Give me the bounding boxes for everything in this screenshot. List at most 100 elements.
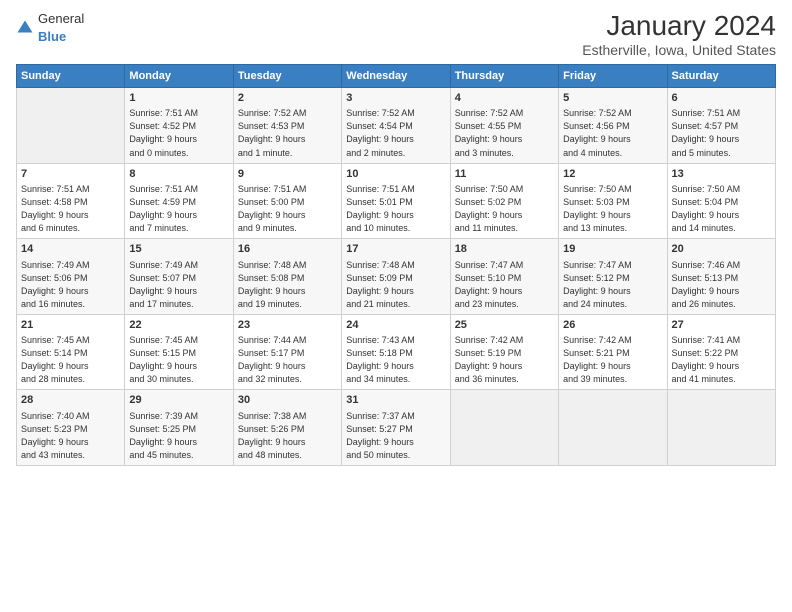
day-number: 12 — [563, 167, 662, 182]
cell-content: Sunrise: 7:50 AMSunset: 5:02 PMDaylight:… — [455, 183, 554, 235]
calendar-cell: 17 Sunrise: 7:48 AMSunset: 5:09 PMDayligh… — [342, 239, 450, 315]
calendar-cell: 10Sunrise: 7:51 AMSunset: 5:01 PMDayligh… — [342, 163, 450, 239]
day-number: 11 — [455, 167, 554, 182]
calendar-cell: 30 Sunrise: 7:38 AMSunset: 5:26 PMDayligh… — [233, 390, 341, 466]
calendar-cell — [559, 390, 667, 466]
day-number: 20 — [672, 242, 771, 257]
cell-content: Sunrise: 7:41 AMSunset: 5:22 PMDaylight:… — [672, 334, 771, 386]
col-thursday: Thursday — [450, 65, 558, 88]
calendar-cell: 1Sunrise: 7:51 AMSunset: 4:52 PMDaylight… — [125, 88, 233, 164]
cell-content: Sunrise: 7:51 AMSunset: 4:52 PMDaylight:… — [129, 107, 228, 159]
day-number: 2 — [238, 91, 337, 106]
calendar-cell: 6Sunrise: 7:51 AMSunset: 4:57 PMDaylight… — [667, 88, 775, 164]
cell-content: Sunrise: 7:47 AMSunset: 5:10 PMDaylight:… — [455, 259, 554, 311]
calendar-cell: 29 Sunrise: 7:39 AMSunset: 5:25 PMDayligh… — [125, 390, 233, 466]
cell-content: Sunrise: 7:46 AMSunset: 5:13 PMDaylight:… — [672, 259, 771, 311]
calendar-cell: 23Sunrise: 7:44 AMSunset: 5:17 PMDayligh… — [233, 314, 341, 390]
cell-content: Sunrise: 7:42 AMSunset: 5:19 PMDaylight:… — [455, 334, 554, 386]
day-number: 1 — [129, 91, 228, 106]
col-wednesday: Wednesday — [342, 65, 450, 88]
calendar-cell: 12Sunrise: 7:50 AMSunset: 5:03 PMDayligh… — [559, 163, 667, 239]
calendar-cell: 5Sunrise: 7:52 AMSunset: 4:56 PMDaylight… — [559, 88, 667, 164]
cell-content: Sunrise: 7:40 AMSunset: 5:23 PMDaylight:… — [21, 410, 120, 462]
week-row-3: 14 Sunrise: 7:49 AMSunset: 5:06 PMDayligh… — [17, 239, 776, 315]
calendar-cell: 20 Sunrise: 7:46 AMSunset: 5:13 PMDayligh… — [667, 239, 775, 315]
main-title: January 2024 — [582, 10, 776, 42]
cell-content: Sunrise: 7:52 AMSunset: 4:53 PMDaylight:… — [238, 107, 337, 159]
cell-content: Sunrise: 7:43 AMSunset: 5:18 PMDaylight:… — [346, 334, 445, 386]
cell-content: Sunrise: 7:39 AMSunset: 5:25 PMDaylight:… — [129, 410, 228, 462]
calendar-cell: 3Sunrise: 7:52 AMSunset: 4:54 PMDaylight… — [342, 88, 450, 164]
calendar-cell — [17, 88, 125, 164]
day-number: 31 — [346, 393, 445, 408]
calendar-cell: 22Sunrise: 7:45 AMSunset: 5:15 PMDayligh… — [125, 314, 233, 390]
calendar-body: 1Sunrise: 7:51 AMSunset: 4:52 PMDaylight… — [17, 88, 776, 466]
calendar-cell: 25Sunrise: 7:42 AMSunset: 5:19 PMDayligh… — [450, 314, 558, 390]
col-saturday: Saturday — [667, 65, 775, 88]
cell-content: Sunrise: 7:51 AMSunset: 4:58 PMDaylight:… — [21, 183, 120, 235]
cell-content: Sunrise: 7:47 AMSunset: 5:12 PMDaylight:… — [563, 259, 662, 311]
calendar-cell — [450, 390, 558, 466]
cell-content: Sunrise: 7:52 AMSunset: 4:54 PMDaylight:… — [346, 107, 445, 159]
cell-content: Sunrise: 7:49 AMSunset: 5:06 PMDaylight:… — [21, 259, 120, 311]
calendar-cell: 19 Sunrise: 7:47 AMSunset: 5:12 PMDayligh… — [559, 239, 667, 315]
day-number: 10 — [346, 167, 445, 182]
day-number: 8 — [129, 167, 228, 182]
calendar-cell: 24Sunrise: 7:43 AMSunset: 5:18 PMDayligh… — [342, 314, 450, 390]
cell-content: Sunrise: 7:51 AMSunset: 5:00 PMDaylight:… — [238, 183, 337, 235]
day-number: 27 — [672, 318, 771, 333]
day-number: 13 — [672, 167, 771, 182]
logo-icon — [16, 19, 34, 37]
day-number: 17 — [346, 242, 445, 257]
day-number: 14 — [21, 242, 120, 257]
calendar-cell: 31 Sunrise: 7:37 AMSunset: 5:27 PMDayligh… — [342, 390, 450, 466]
page-header: General Blue January 2024 Estherville, I… — [16, 10, 776, 58]
day-number: 19 — [563, 242, 662, 257]
day-number: 24 — [346, 318, 445, 333]
calendar-cell: 9Sunrise: 7:51 AMSunset: 5:00 PMDaylight… — [233, 163, 341, 239]
cell-content: Sunrise: 7:51 AMSunset: 5:01 PMDaylight:… — [346, 183, 445, 235]
page-container: General Blue January 2024 Estherville, I… — [0, 0, 792, 612]
col-sunday: Sunday — [17, 65, 125, 88]
calendar-cell: 11Sunrise: 7:50 AMSunset: 5:02 PMDayligh… — [450, 163, 558, 239]
calendar-cell: 28 Sunrise: 7:40 AMSunset: 5:23 PMDayligh… — [17, 390, 125, 466]
calendar-cell: 13Sunrise: 7:50 AMSunset: 5:04 PMDayligh… — [667, 163, 775, 239]
cell-content: Sunrise: 7:50 AMSunset: 5:04 PMDaylight:… — [672, 183, 771, 235]
calendar-cell: 7Sunrise: 7:51 AMSunset: 4:58 PMDaylight… — [17, 163, 125, 239]
calendar-cell: 8Sunrise: 7:51 AMSunset: 4:59 PMDaylight… — [125, 163, 233, 239]
cell-content: Sunrise: 7:45 AMSunset: 5:14 PMDaylight:… — [21, 334, 120, 386]
logo: General Blue — [16, 10, 84, 46]
calendar-cell: 21Sunrise: 7:45 AMSunset: 5:14 PMDayligh… — [17, 314, 125, 390]
day-number: 26 — [563, 318, 662, 333]
day-number: 16 — [238, 242, 337, 257]
day-number: 25 — [455, 318, 554, 333]
calendar-cell: 4Sunrise: 7:52 AMSunset: 4:55 PMDaylight… — [450, 88, 558, 164]
calendar-table: Sunday Monday Tuesday Wednesday Thursday… — [16, 64, 776, 466]
calendar-cell: 16Sunrise: 7:48 AMSunset: 5:08 PMDayligh… — [233, 239, 341, 315]
day-number: 30 — [238, 393, 337, 408]
cell-content: Sunrise: 7:48 AMSunset: 5:09 PMDaylight:… — [346, 259, 445, 311]
week-row-1: 1Sunrise: 7:51 AMSunset: 4:52 PMDaylight… — [17, 88, 776, 164]
calendar-cell: 27Sunrise: 7:41 AMSunset: 5:22 PMDayligh… — [667, 314, 775, 390]
day-number: 29 — [129, 393, 228, 408]
day-number: 22 — [129, 318, 228, 333]
day-number: 28 — [21, 393, 120, 408]
week-row-2: 7Sunrise: 7:51 AMSunset: 4:58 PMDaylight… — [17, 163, 776, 239]
calendar-cell: 18Sunrise: 7:47 AMSunset: 5:10 PMDayligh… — [450, 239, 558, 315]
day-number: 5 — [563, 91, 662, 106]
calendar-cell: 2Sunrise: 7:52 AMSunset: 4:53 PMDaylight… — [233, 88, 341, 164]
calendar-cell: 14 Sunrise: 7:49 AMSunset: 5:06 PMDayligh… — [17, 239, 125, 315]
week-row-4: 21Sunrise: 7:45 AMSunset: 5:14 PMDayligh… — [17, 314, 776, 390]
week-row-5: 28 Sunrise: 7:40 AMSunset: 5:23 PMDayligh… — [17, 390, 776, 466]
cell-content: Sunrise: 7:45 AMSunset: 5:15 PMDaylight:… — [129, 334, 228, 386]
cell-content: Sunrise: 7:38 AMSunset: 5:26 PMDaylight:… — [238, 410, 337, 462]
col-friday: Friday — [559, 65, 667, 88]
cell-content: Sunrise: 7:50 AMSunset: 5:03 PMDaylight:… — [563, 183, 662, 235]
title-block: January 2024 Estherville, Iowa, United S… — [582, 10, 776, 58]
calendar-cell — [667, 390, 775, 466]
header-row: Sunday Monday Tuesday Wednesday Thursday… — [17, 65, 776, 88]
cell-content: Sunrise: 7:44 AMSunset: 5:17 PMDaylight:… — [238, 334, 337, 386]
logo-blue: Blue — [38, 29, 66, 44]
cell-content: Sunrise: 7:37 AMSunset: 5:27 PMDaylight:… — [346, 410, 445, 462]
col-monday: Monday — [125, 65, 233, 88]
